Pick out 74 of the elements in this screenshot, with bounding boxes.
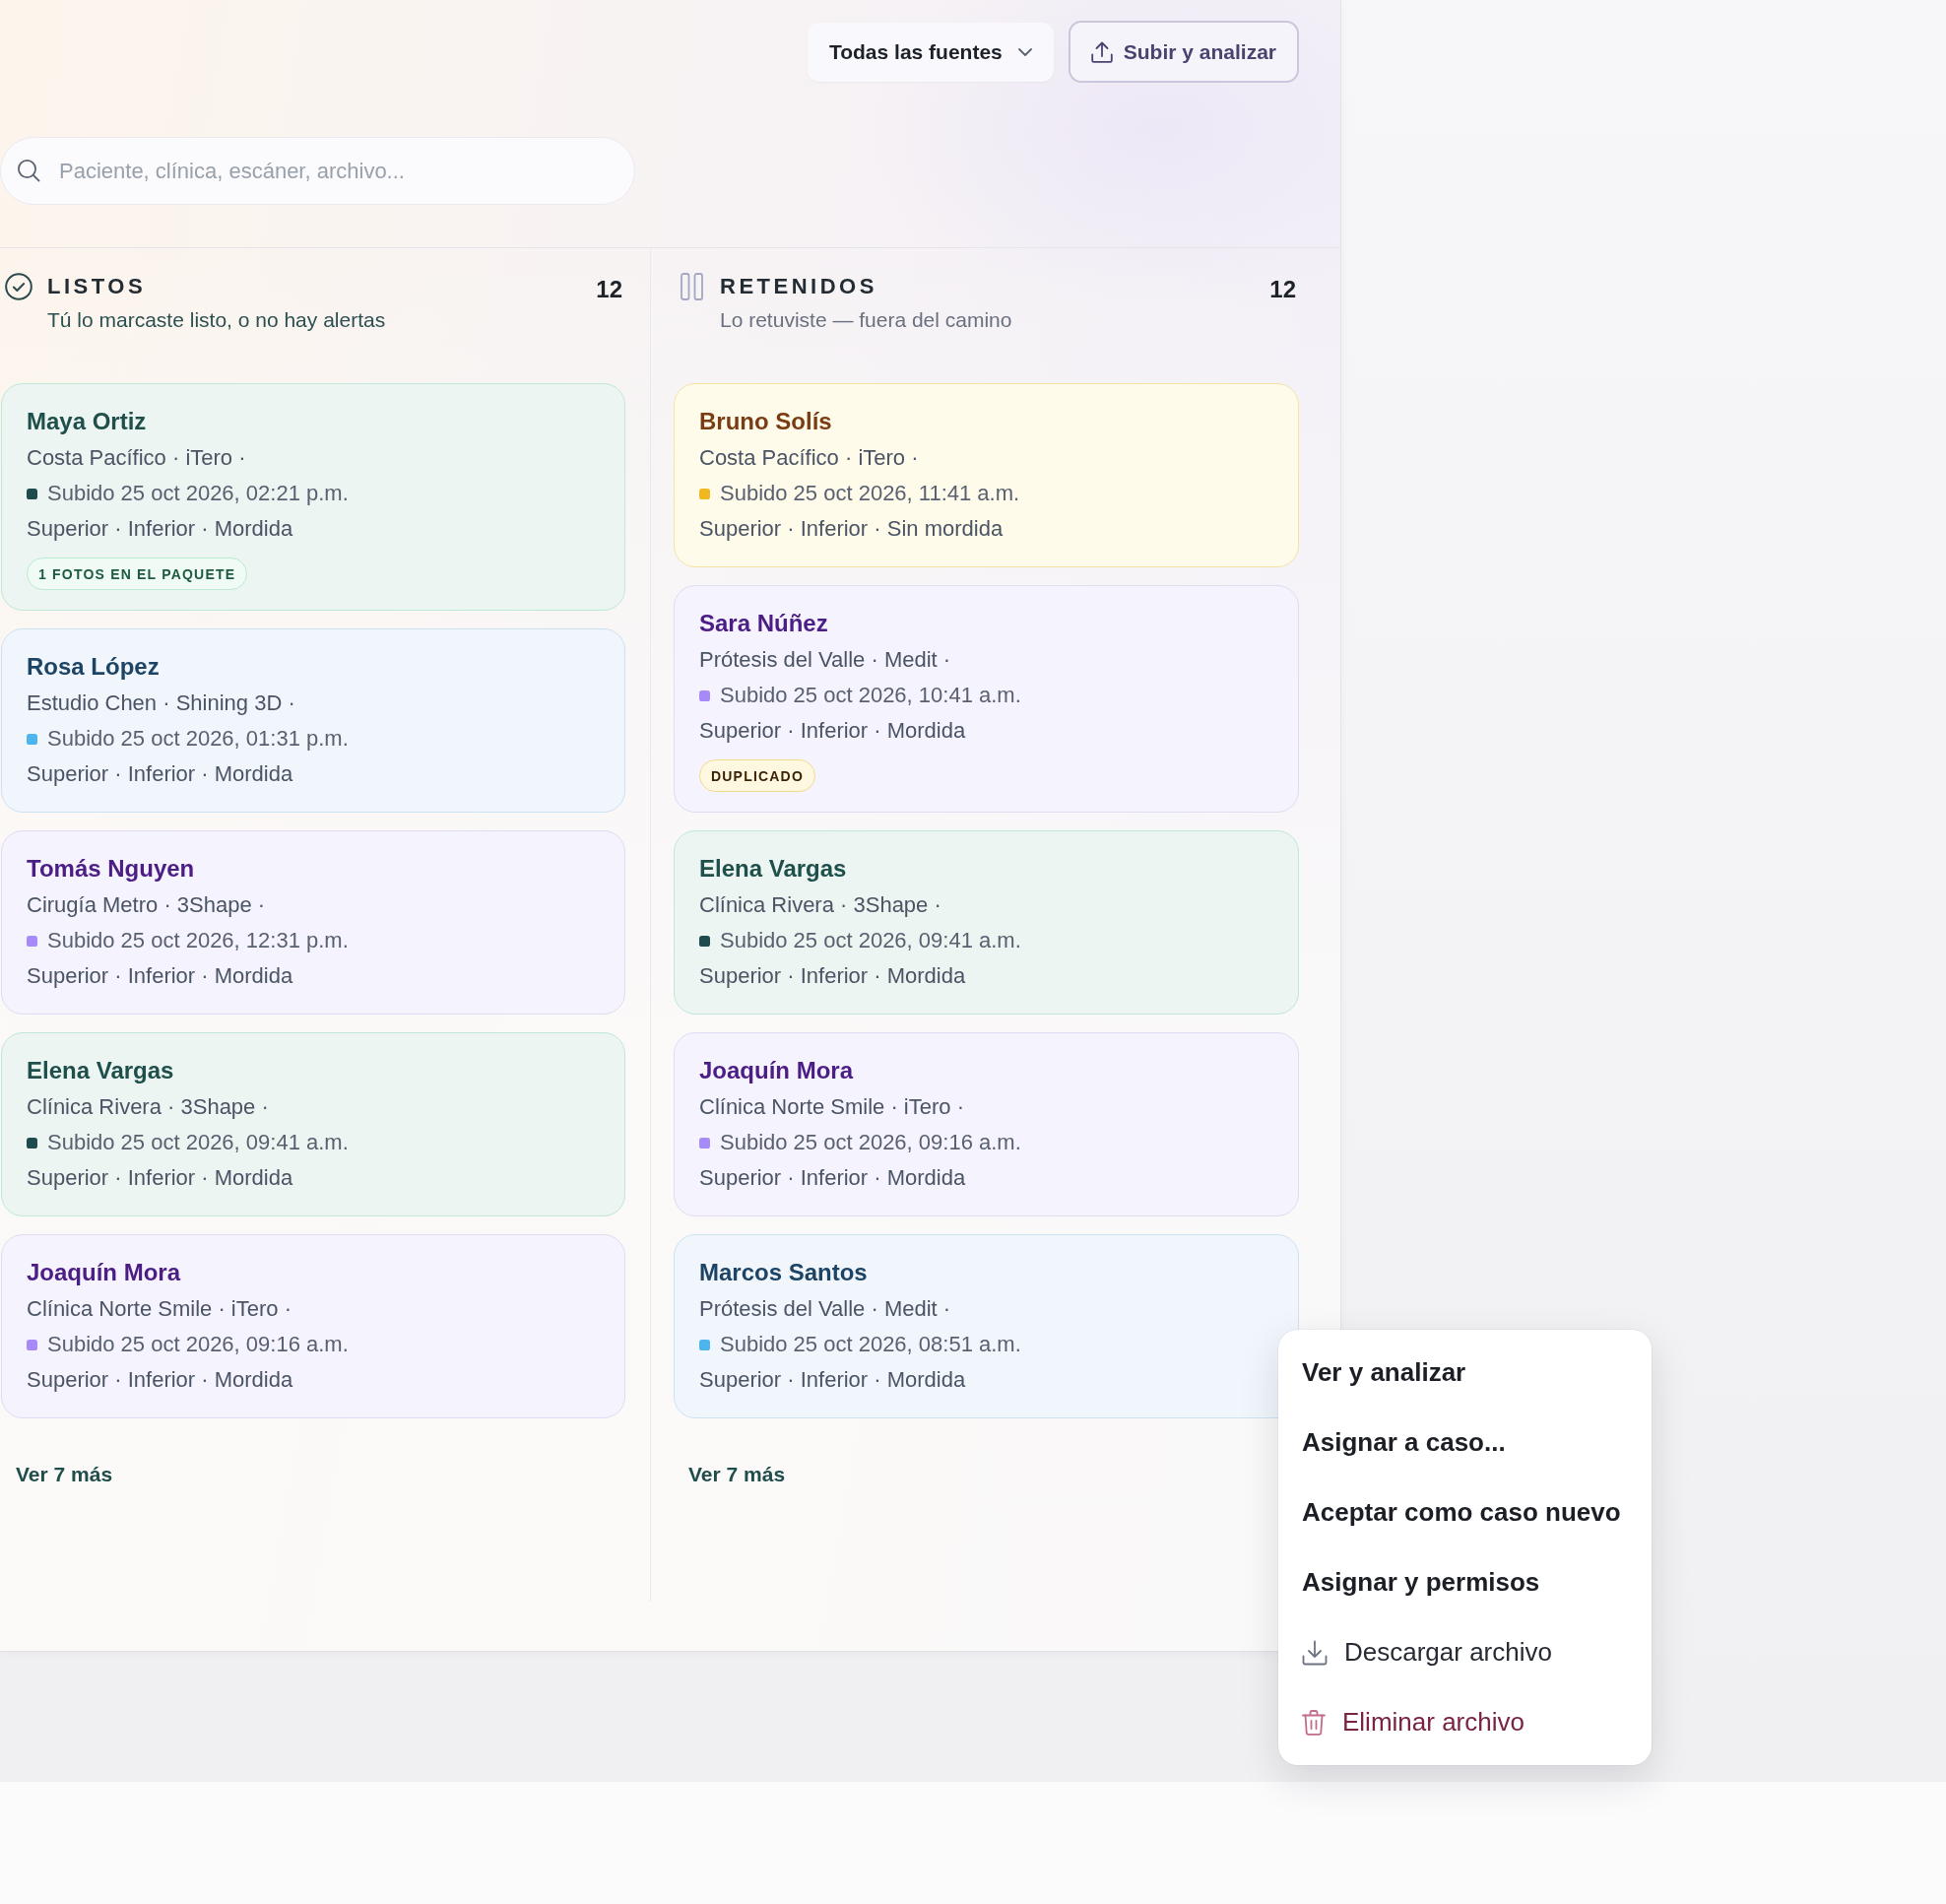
scan-parts: Superior · Inferior · Sin mordida — [699, 515, 1005, 543]
patient-name: Tomás Nguyen — [27, 855, 196, 883]
tag-badge: DUPLICADO — [699, 759, 816, 792]
column-title: LISTOS — [47, 273, 148, 300]
scan-card[interactable]: Joaquín Mora Clínica Norte Smile · iTero · Subido 25 oct 2026, 09:16 a.m. Superior · Inferior · Mordida — [1, 1234, 625, 1418]
menu-item[interactable]: Eliminar archivo — [1278, 1687, 1652, 1757]
column-count: 12 — [1269, 276, 1296, 303]
scan-source: Clínica Norte Smile · iTero · — [27, 1295, 292, 1323]
upload-time: Subido 25 oct 2026, 09:41 a.m. — [47, 1129, 349, 1156]
patient-name: Marcos Santos — [699, 1259, 869, 1286]
scan-parts: Superior · Inferior · Mordida — [699, 1164, 967, 1192]
scan-source: Costa Pacífico · iTero · — [27, 444, 247, 472]
scan-source: Clínica Norte Smile · iTero · — [699, 1093, 965, 1121]
menu-item[interactable]: Descargar archivo — [1278, 1617, 1652, 1687]
scan-source: Prótesis del Valle · Medit · — [699, 646, 952, 674]
scan-card[interactable]: Elena Vargas Clínica Rivera · 3Shape · Subido 25 oct 2026, 09:41 a.m. Superior · Inferior · Mordida — [674, 830, 1299, 1015]
scan-card[interactable]: Joaquín Mora Clínica Norte Smile · iTero · Subido 25 oct 2026, 09:16 a.m. Superior · Inferior · Mordida — [674, 1032, 1299, 1216]
upload-icon — [1090, 40, 1113, 63]
search-icon — [17, 159, 40, 182]
column-title: RETENIDOS — [720, 273, 878, 300]
upload-time: Subido 25 oct 2026, 11:41 a.m. — [720, 480, 1020, 507]
patient-name: Joaquín Mora — [27, 1259, 182, 1286]
scan-source: Estudio Chen · Shining 3D · — [27, 689, 296, 717]
source-dropdown[interactable]: Todas las fuentes — [807, 22, 1054, 82]
scan-card[interactable]: Sara Núñez Prótesis del Valle · Medit · Subido 25 oct 2026, 10:41 a.m. Superior · Inferior · Mordida DUPLICADO — [674, 585, 1299, 813]
search-field[interactable]: Paciente, clínica, escáner, archivo... — [0, 137, 635, 205]
upload-time: Subido 25 oct 2026, 09:41 a.m. — [720, 927, 1021, 954]
patient-name: Sara Núñez — [699, 610, 829, 637]
scan-card[interactable]: Elena Vargas Clínica Rivera · 3Shape · Subido 25 oct 2026, 09:41 a.m. Superior · Inferior · Mordida — [1, 1032, 625, 1216]
patient-name: Elena Vargas — [699, 855, 848, 883]
scan-parts: Superior · Inferior · Mordida — [27, 1366, 294, 1394]
column-subtitle: Lo retuviste — fuera del camino — [720, 307, 1013, 333]
upload-time: Subido 25 oct 2026, 02:21 p.m. — [47, 480, 349, 507]
show-more-link[interactable]: Ver 7 más — [688, 1462, 786, 1487]
upload-time: Subido 25 oct 2026, 08:51 a.m. — [720, 1331, 1021, 1358]
upload-button[interactable]: Subir y analizar — [1068, 21, 1299, 83]
scan-parts: Superior · Inferior · Mordida — [699, 962, 967, 990]
patient-name: Maya Ortiz — [27, 408, 148, 435]
scan-card[interactable]: Tomás Nguyen Cirugía Metro · 3Shape · Subido 25 oct 2026, 12:31 p.m. Superior · Inferior · Mordida — [1, 830, 625, 1015]
upload-time: Subido 25 oct 2026, 01:31 p.m. — [47, 725, 349, 753]
patient-name: Rosa López — [27, 653, 161, 681]
download-icon — [1302, 1639, 1328, 1666]
scan-card[interactable]: Rosa López Estudio Chen · Shining 3D · Subido 25 oct 2026, 01:31 p.m. Superior · Inferior · Mordida — [1, 628, 625, 813]
upload-time: Subido 25 oct 2026, 09:16 a.m. — [47, 1331, 349, 1358]
scan-parts: Superior · Inferior · Mordida — [699, 717, 967, 745]
scan-card[interactable]: Maya Ortiz Costa Pacífico · iTero · Subido 25 oct 2026, 02:21 p.m. Superior · Inferior · Mordida 1 FOTOS EN EL PAQUETE — [1, 383, 625, 611]
scan-parts: Superior · Inferior · Mordida — [699, 1366, 967, 1394]
scan-parts: Superior · Inferior · Mordida — [27, 1164, 294, 1192]
patient-name: Elena Vargas — [27, 1057, 175, 1084]
scan-source: Clínica Rivera · 3Shape · — [699, 891, 942, 919]
scan-card[interactable]: Marcos Santos Prótesis del Valle · Medit · Subido 25 oct 2026, 08:51 a.m. Superior · Inferior · Mordida — [674, 1234, 1299, 1418]
patient-name: Bruno Solís — [699, 408, 833, 435]
pause-icon — [680, 273, 703, 300]
chevron-down-icon — [1017, 47, 1032, 56]
scan-source: Clínica Rivera · 3Shape · — [27, 1093, 270, 1121]
menu-item[interactable]: Asignar y permisos — [1278, 1547, 1652, 1617]
tag-badge: 1 FOTOS EN EL PAQUETE — [27, 558, 248, 590]
patient-name: Joaquín Mora — [699, 1057, 855, 1084]
upload-time: Subido 25 oct 2026, 10:41 a.m. — [720, 682, 1021, 709]
scan-source: Costa Pacífico · iTero · — [699, 444, 920, 472]
scan-parts: Superior · Inferior · Mordida — [27, 760, 294, 788]
scan-parts: Superior · Inferior · Mordida — [27, 962, 294, 990]
check-circle-icon — [5, 273, 32, 300]
trash-icon — [1302, 1709, 1326, 1736]
show-more-link[interactable]: Ver 7 más — [16, 1462, 113, 1487]
scan-card[interactable]: Bruno Solís Costa Pacífico · iTero · Subido 25 oct 2026, 11:41 a.m. Superior · Inferior · Sin mordida — [674, 383, 1299, 567]
scan-source: Cirugía Metro · 3Shape · — [27, 891, 267, 919]
column-count: 12 — [596, 276, 622, 303]
upload-time: Subido 25 oct 2026, 09:16 a.m. — [720, 1129, 1021, 1156]
upload-time: Subido 25 oct 2026, 12:31 p.m. — [47, 927, 349, 954]
menu-item[interactable]: Aceptar como caso nuevo — [1278, 1477, 1652, 1547]
scan-source: Prótesis del Valle · Medit · — [699, 1295, 952, 1323]
scan-parts: Superior · Inferior · Mordida — [27, 515, 294, 543]
column-subtitle: Tú lo marcaste listo, o no hay alertas — [47, 307, 387, 333]
